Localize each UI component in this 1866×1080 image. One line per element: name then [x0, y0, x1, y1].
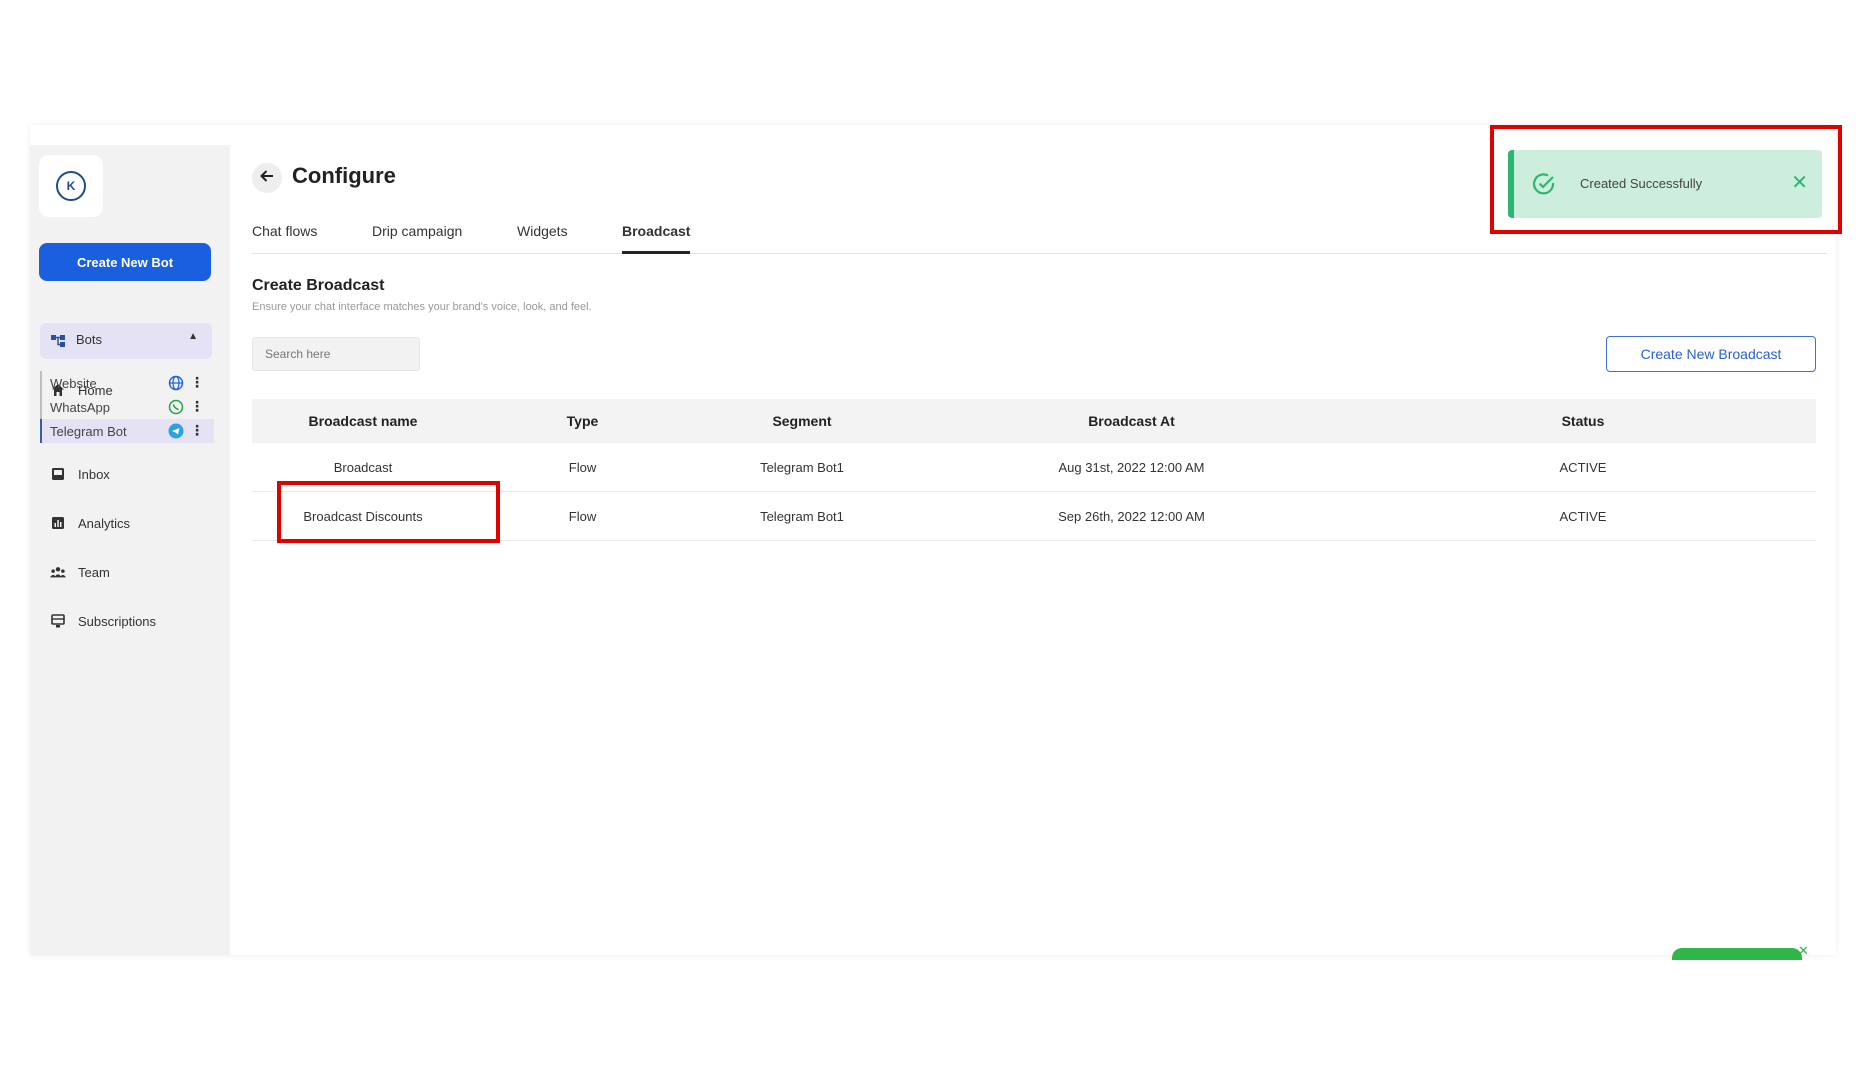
bot-item-label: WhatsApp — [50, 399, 110, 415]
sidebar-item-label: Team — [78, 564, 110, 580]
more-options-icon[interactable]: ⋮ — [190, 421, 204, 439]
close-icon[interactable]: ✕ — [1798, 943, 1809, 959]
app-logo[interactable]: K — [39, 155, 103, 217]
broadcast-name-cell[interactable]: Broadcast — [252, 443, 474, 492]
globe-icon — [168, 375, 184, 391]
bot-item-label: Telegram Bot — [50, 423, 127, 439]
type-cell: Flow — [474, 491, 691, 541]
column-header[interactable]: Type — [474, 399, 691, 443]
table-row[interactable]: Broadcast Flow Telegram Bot1 Aug 31st, 2… — [252, 443, 1816, 492]
sidebar-item-analytics[interactable]: Analytics — [50, 508, 130, 538]
section-title: Create Broadcast — [252, 277, 385, 294]
chat-launcher-button[interactable] — [1672, 948, 1802, 960]
segment-cell: Telegram Bot1 — [691, 443, 913, 492]
table-row[interactable]: Broadcast Discounts Flow Telegram Bot1 S… — [252, 491, 1816, 541]
main-content: Configure Chat flows Drip campaign Widge… — [250, 125, 1836, 955]
bot-item-label: Website — [50, 375, 97, 391]
broadcast-at-cell: Aug 31st, 2022 12:00 AM — [913, 443, 1350, 492]
sidebar-item-bots[interactable]: Bots ▲ — [40, 323, 212, 359]
sidebar-item-label: Subscriptions — [78, 613, 157, 629]
sidebar-item-team[interactable]: Team — [50, 557, 110, 587]
column-header[interactable]: Broadcast name — [252, 399, 474, 443]
create-new-bot-button[interactable]: Create New Bot — [39, 243, 211, 281]
close-icon[interactable]: ✕ — [1791, 170, 1808, 195]
telegram-icon — [168, 423, 184, 439]
tab-bar: Chat flows Drip campaign Widgets Broadca… — [252, 223, 1827, 254]
app-window: K Create New Bot Home Bots ▲ Website ⋮ W… — [30, 125, 1836, 955]
tab-drip-campaign[interactable]: Drip campaign — [372, 223, 462, 251]
sidebar: K Create New Bot Home Bots ▲ Website ⋮ W… — [30, 145, 230, 955]
status-cell: ACTIVE — [1350, 491, 1816, 541]
logo-mark: K — [56, 171, 86, 201]
type-cell: Flow — [474, 443, 691, 492]
status-cell: ACTIVE — [1350, 443, 1816, 492]
tab-broadcast[interactable]: Broadcast — [622, 223, 691, 254]
create-new-broadcast-button[interactable]: Create New Broadcast — [1606, 336, 1816, 372]
bots-tree-icon — [50, 333, 66, 349]
whatsapp-icon — [168, 399, 184, 415]
analytics-icon — [50, 515, 66, 531]
sidebar-item-label: Bots — [76, 332, 103, 347]
section-subtitle: Ensure your chat interface matches your … — [252, 301, 592, 313]
check-circle-icon — [1532, 172, 1556, 196]
segment-cell: Telegram Bot1 — [691, 491, 913, 541]
column-header[interactable]: Status — [1350, 399, 1816, 443]
more-options-icon[interactable]: ⋮ — [190, 397, 204, 415]
bot-item-telegram[interactable]: Telegram Bot ⋮ — [40, 419, 214, 443]
broadcast-table: Broadcast name Type Segment Broadcast At… — [252, 399, 1816, 541]
chevron-up-icon[interactable]: ▲ — [188, 331, 198, 342]
inbox-icon — [50, 466, 66, 482]
more-options-icon[interactable]: ⋮ — [190, 373, 204, 391]
bot-item-website[interactable]: Website ⋮ — [42, 371, 214, 395]
bot-item-whatsapp[interactable]: WhatsApp ⋮ — [42, 395, 214, 419]
arrow-left-icon — [259, 168, 275, 189]
bots-submenu: Website ⋮ WhatsApp ⋮ Telegram Bot ⋮ — [40, 371, 214, 443]
page-title: Configure — [292, 163, 396, 188]
search-input[interactable] — [252, 337, 420, 371]
team-icon — [50, 564, 66, 580]
table-header-row: Broadcast name Type Segment Broadcast At… — [252, 399, 1816, 443]
toast-message: Created Successfully — [1580, 176, 1703, 191]
tab-widgets[interactable]: Widgets — [517, 223, 568, 251]
back-button[interactable] — [252, 163, 282, 193]
success-toast: Created Successfully ✕ — [1508, 150, 1822, 218]
broadcast-name-cell[interactable]: Broadcast Discounts — [252, 491, 474, 541]
sidebar-item-label: Analytics — [78, 515, 131, 531]
sidebar-item-label: Inbox — [78, 466, 110, 482]
tab-chat-flows[interactable]: Chat flows — [252, 223, 317, 251]
subscriptions-icon — [50, 613, 66, 629]
column-header[interactable]: Broadcast At — [913, 399, 1350, 443]
sidebar-item-inbox[interactable]: Inbox — [50, 459, 110, 489]
column-header[interactable]: Segment — [691, 399, 913, 443]
broadcast-at-cell: Sep 26th, 2022 12:00 AM — [913, 491, 1350, 541]
sidebar-item-subscriptions[interactable]: Subscriptions — [50, 606, 156, 636]
